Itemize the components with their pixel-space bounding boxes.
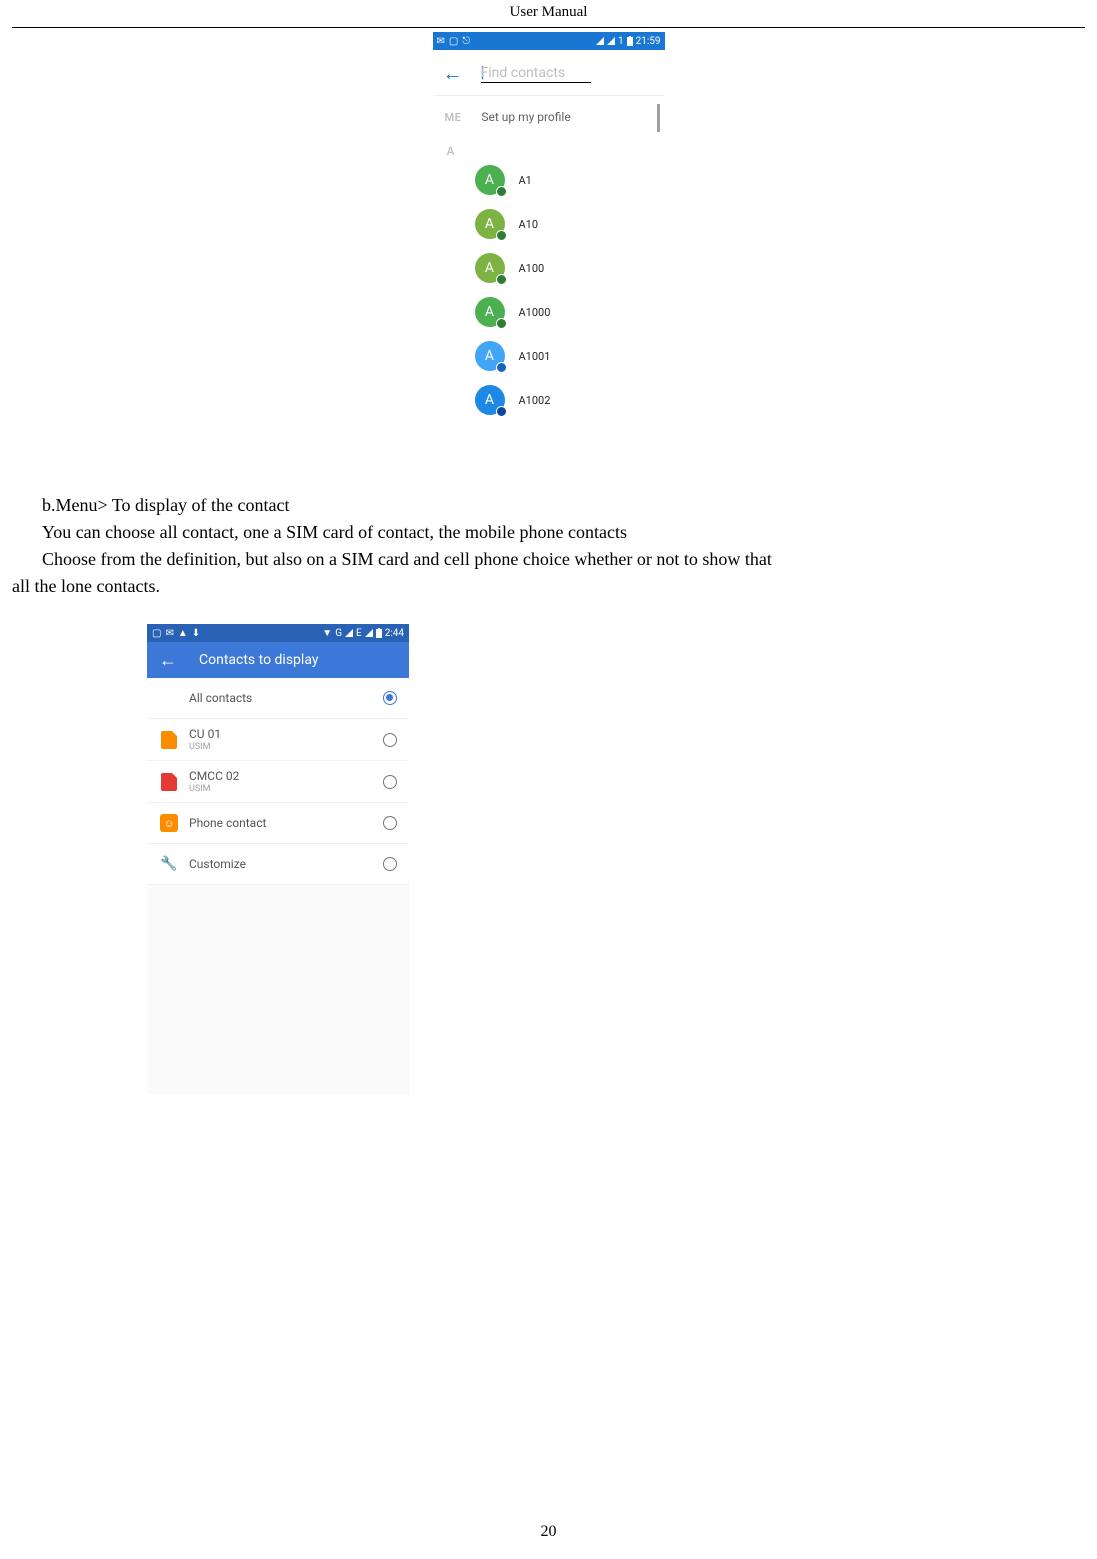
search-placeholder: Find contacts xyxy=(481,65,566,81)
avatar-badge-icon xyxy=(496,274,507,285)
option-label: Phone contact xyxy=(189,816,373,830)
download-icon: ⬇ xyxy=(192,628,200,639)
options-list: All contactsCU 01USIMCMCC 02USIM☺Phone c… xyxy=(147,678,409,885)
back-arrow-icon[interactable]: ← xyxy=(159,650,177,671)
net-g: G xyxy=(335,628,342,639)
page-number: 20 xyxy=(541,1523,557,1541)
option-label: Customize xyxy=(189,857,373,871)
search-row: ← | Find contacts xyxy=(433,50,665,96)
avatar-badge-icon xyxy=(496,362,507,373)
avatar: A xyxy=(475,385,505,415)
contact-row[interactable]: A A1000 xyxy=(433,290,665,334)
clock-text: 21:59 xyxy=(636,36,661,47)
me-profile-row[interactable]: ME Set up my profile xyxy=(433,96,665,138)
contact-row[interactable]: A A10 xyxy=(433,202,665,246)
contact-name: A1002 xyxy=(519,394,551,407)
contact-row[interactable]: A A1002 xyxy=(433,378,665,422)
avatar: A xyxy=(475,341,505,371)
display-option-row[interactable]: All contacts xyxy=(147,678,409,719)
customize-icon: 🔧 xyxy=(159,854,179,874)
page-header: User Manual xyxy=(12,0,1085,28)
option-label: CMCC 02 xyxy=(189,769,373,783)
warning-icon: ▲ xyxy=(178,628,188,639)
battery-icon xyxy=(376,629,382,638)
avatar-badge-icon xyxy=(496,406,507,417)
option-sublabel: USIM xyxy=(189,784,373,794)
status-bar: ✉ ▢ ⎋ 1 21:59 xyxy=(433,32,665,50)
paragraph-lone: all the lone contacts. xyxy=(12,573,1085,600)
radio-button[interactable] xyxy=(383,816,397,830)
paragraph-choose-all: You can choose all contact, one a SIM ca… xyxy=(12,519,1085,546)
message-icon: ✉ xyxy=(437,36,445,47)
radio-button[interactable] xyxy=(383,733,397,747)
contact-name: A1001 xyxy=(519,350,551,363)
page-title: Contacts to display xyxy=(199,652,318,668)
back-arrow-icon[interactable]: ← xyxy=(443,63,463,83)
radio-button[interactable] xyxy=(383,691,397,705)
gallery-icon: ▢ xyxy=(449,36,458,47)
signal-icon xyxy=(596,37,604,45)
option-label: All contacts xyxy=(189,691,373,705)
paragraph-b: b.Menu> To display of the contact xyxy=(12,492,1085,519)
avatar: A xyxy=(475,165,505,195)
avatar: A xyxy=(475,297,505,327)
phone-screenshot-contacts-search: ✉ ▢ ⎋ 1 21:59 ← | Find contacts ME Set u… xyxy=(433,32,665,452)
avatar: A xyxy=(475,209,505,239)
signal-icon xyxy=(365,629,373,637)
usb-icon: ⎋ xyxy=(462,36,470,47)
avatar-badge-icon xyxy=(496,230,507,241)
contact-name: A1 xyxy=(519,174,532,187)
display-option-row[interactable]: CU 01USIM xyxy=(147,719,409,761)
scroll-indicator xyxy=(657,104,660,132)
app-bar: ← Contacts to display xyxy=(147,642,409,678)
contacts-list: A A1 A A10 A A100 A A1000 A A1001 A A1002 xyxy=(433,158,665,422)
sim-icon xyxy=(159,730,179,750)
option-label: CU 01 xyxy=(189,727,373,741)
radio-button[interactable] xyxy=(383,857,397,871)
phone-screenshot-contacts-display: ▢ ✉ ▲ ⬇ ▼ G E 2:44 ← Contacts to display… xyxy=(147,624,409,1094)
contact-name: A10 xyxy=(519,218,539,231)
option-sublabel: USIM xyxy=(189,742,373,752)
display-option-row[interactable]: ☺ Phone contact xyxy=(147,803,409,844)
contact-name: A100 xyxy=(519,262,545,275)
contact-row[interactable]: A A1001 xyxy=(433,334,665,378)
avatar: A xyxy=(475,253,505,283)
body-text: b.Menu> To display of the contact You ca… xyxy=(12,492,1085,600)
section-letter: A xyxy=(433,138,665,158)
paragraph-definition: Choose from the definition, but also on … xyxy=(12,546,1085,573)
wifi-icon: ▼ xyxy=(322,628,332,639)
contact-row[interactable]: A A100 xyxy=(433,246,665,290)
screenshot-icon: ▢ xyxy=(152,628,161,639)
me-label: ME xyxy=(445,111,462,124)
settings-icon: ✉ xyxy=(165,628,173,639)
display-option-row[interactable]: 🔧 Customize xyxy=(147,844,409,885)
sim-label: 1 xyxy=(618,36,624,47)
clock-text: 2:44 xyxy=(385,628,404,639)
net-e: E xyxy=(356,628,362,639)
status-bar: ▢ ✉ ▲ ⬇ ▼ G E 2:44 xyxy=(147,624,409,642)
avatar-badge-icon xyxy=(496,318,507,329)
battery-icon xyxy=(627,37,633,46)
search-input[interactable]: | Find contacts xyxy=(481,62,566,83)
phone-contact-icon: ☺ xyxy=(159,813,179,833)
radio-button[interactable] xyxy=(383,775,397,789)
contact-row[interactable]: A A1 xyxy=(433,158,665,202)
avatar-badge-icon xyxy=(496,186,507,197)
me-profile-text: Set up my profile xyxy=(481,110,570,124)
display-option-row[interactable]: CMCC 02USIM xyxy=(147,761,409,803)
sim-icon xyxy=(159,772,179,792)
signal-icon xyxy=(345,629,353,637)
contact-name: A1000 xyxy=(519,306,551,319)
signal-icon xyxy=(607,37,615,45)
